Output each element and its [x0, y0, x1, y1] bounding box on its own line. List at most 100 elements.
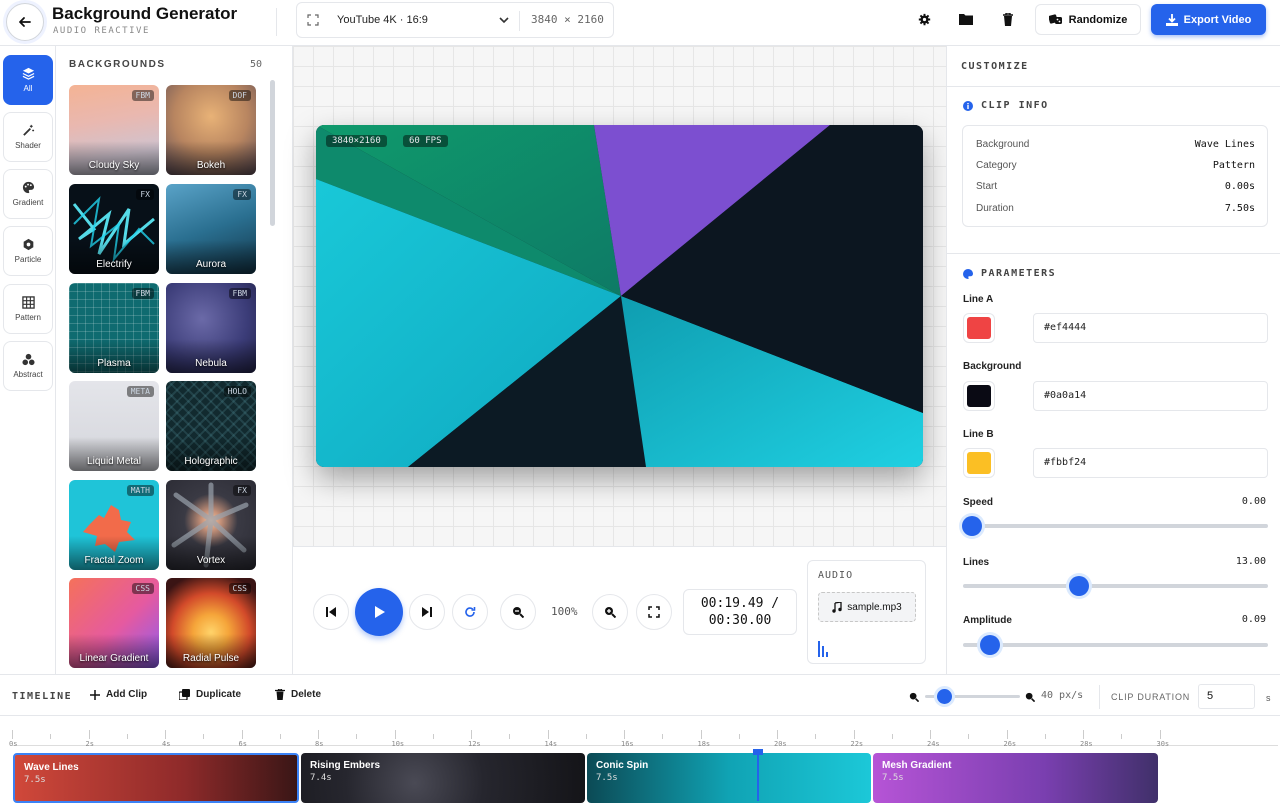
skip-back-button[interactable]	[313, 594, 349, 630]
timecode-display: 00:19.49 / 00:30.00	[683, 589, 797, 635]
audio-file-name: sample.mp3	[847, 601, 902, 613]
line-b-hex-input[interactable]: #fbbf24	[1033, 448, 1268, 478]
thumb-liquid-metal[interactable]: META Liquid Metal	[69, 381, 159, 471]
slider-label: Speed	[963, 497, 994, 508]
wand-icon	[22, 124, 34, 136]
thumb-tag: META	[126, 386, 154, 397]
preset-select[interactable]: YouTube 4K · 16:9 3840 × 2160	[296, 2, 614, 38]
ruler-minor-tick	[279, 734, 281, 739]
audio-panel: AUDIO sample.mp3	[807, 560, 926, 664]
add-clip-button[interactable]: Add Clip	[90, 689, 147, 700]
ruler-tick	[165, 730, 166, 739]
info-icon	[963, 100, 973, 111]
zoom-in-button[interactable]	[592, 594, 628, 630]
clip-duration-input[interactable]: 5	[1198, 684, 1255, 709]
ruler-tick	[1159, 730, 1161, 739]
ruler-label: 24s	[927, 740, 940, 748]
line-b-swatch[interactable]	[963, 448, 995, 478]
speed-slider[interactable]	[962, 516, 1268, 536]
thumb-radial-pulse[interactable]: CSS Radial Pulse	[166, 578, 256, 668]
dice-icon	[1048, 14, 1062, 24]
clip-name: Conic Spin	[596, 760, 649, 771]
amplitude-slider[interactable]	[963, 635, 1268, 655]
zoom-in-icon[interactable]	[1025, 692, 1035, 702]
thumb-fractal-zoom[interactable]: MATH Fractal Zoom	[69, 480, 159, 570]
color-label: Background	[963, 361, 1022, 372]
randomize-button[interactable]: Randomize	[1035, 4, 1141, 35]
slider-knob[interactable]	[1068, 576, 1089, 596]
category-gradient[interactable]: Gradient	[3, 169, 53, 219]
ruler-minor-tick	[126, 734, 128, 739]
line-a-swatch[interactable]	[963, 313, 995, 343]
video-preview[interactable]: 3840×2160 60 FPS	[316, 125, 923, 467]
timeline-ruler[interactable]: 0s 2s 4s 6s 8s 10s 12s 14s 16s 18s 20s 22s 24s 26s 28s…	[0, 715, 1280, 748]
export-video-button[interactable]: Export Video	[1151, 4, 1266, 35]
duplicate-button[interactable]: Duplicate	[179, 689, 241, 700]
category-label: Pattern	[15, 313, 41, 322]
thumb-tag: CSS	[131, 583, 154, 594]
clip-info-label: Background	[976, 139, 1030, 150]
play-icon	[374, 606, 385, 618]
background-swatch[interactable]	[963, 381, 995, 411]
thumb-bokeh[interactable]: DOF Bokeh	[166, 85, 256, 175]
skip-forward-button[interactable]	[409, 594, 445, 630]
preset-divider	[519, 11, 520, 31]
clip-conic-spin[interactable]: Conic Spin 7.5s	[587, 753, 871, 803]
thumb-holographic[interactable]: HOLO Holographic	[166, 381, 256, 471]
clip-mesh-gradient[interactable]: Mesh Gradient 7.5s	[873, 753, 1158, 803]
ruler-tick	[471, 730, 472, 739]
thumb-plasma[interactable]: FBM Plasma	[69, 283, 159, 373]
background-hex-input[interactable]: #0a0a14	[1033, 381, 1268, 411]
fullscreen-button[interactable]	[636, 594, 672, 630]
zoom-out-icon[interactable]	[909, 692, 919, 702]
zoom-in-icon	[605, 607, 616, 618]
lines-slider[interactable]	[963, 576, 1268, 596]
timeline-divider	[1099, 685, 1100, 709]
clear-button[interactable]	[999, 10, 1017, 28]
back-button[interactable]	[6, 3, 44, 41]
open-folder-button[interactable]	[957, 10, 975, 28]
settings-button[interactable]	[915, 10, 933, 28]
play-button[interactable]	[355, 588, 403, 636]
category-particle[interactable]: Particle	[3, 226, 53, 276]
category-label: Shader	[15, 141, 41, 150]
thumb-electrify[interactable]: FX Electrify	[69, 184, 159, 274]
category-all[interactable]: All	[3, 55, 53, 105]
clip-wave-lines[interactable]: Wave Lines 7.5s	[13, 753, 299, 803]
delete-label: Delete	[291, 689, 322, 700]
fullscreen-icon	[648, 606, 660, 618]
audio-file-chip[interactable]: sample.mp3	[818, 592, 916, 622]
thumb-nebula[interactable]: FBM Nebula	[166, 283, 256, 373]
timeline-zoom-knob[interactable]	[936, 689, 952, 704]
audio-title: AUDIO	[818, 570, 854, 581]
ruler-label: 30s	[1156, 740, 1170, 748]
slider-knob[interactable]	[980, 635, 1001, 655]
clip-rising-embers[interactable]: Rising Embers 7.4s	[301, 753, 585, 803]
loop-button[interactable]	[452, 594, 488, 630]
delete-button[interactable]: Delete	[275, 689, 321, 700]
category-label: Gradient	[12, 198, 44, 207]
thumb-cloudy-sky[interactable]: FBM Cloudy Sky	[69, 85, 159, 175]
thumb-aurora[interactable]: FX Aurora	[166, 184, 256, 274]
backgrounds-scrollbar[interactable]	[270, 80, 275, 226]
category-pattern[interactable]: Pattern	[3, 284, 53, 334]
thumb-linear-gradient[interactable]: CSS Linear Gradient	[69, 578, 159, 668]
folder-icon	[959, 14, 973, 25]
grid-icon	[21, 296, 35, 309]
thumb-vortex[interactable]: FX Vortex	[166, 480, 256, 570]
plus-icon	[90, 689, 100, 700]
playhead[interactable]	[757, 749, 759, 801]
category-shader[interactable]: Shader	[3, 112, 53, 162]
slider-knob[interactable]	[962, 516, 983, 536]
thumb-label: Liquid Metal	[87, 456, 141, 467]
customize-divider	[947, 86, 1280, 87]
clip-info-label: Category	[976, 160, 1017, 171]
line-a-hex-input[interactable]: #ef4444	[1033, 313, 1268, 343]
color-label: Line A	[963, 294, 994, 305]
gear-icon	[918, 13, 930, 25]
ruler-tick	[930, 730, 931, 739]
zoom-out-button[interactable]	[500, 594, 536, 630]
category-abstract[interactable]: Abstract	[3, 341, 53, 391]
ruler-minor-tick	[203, 734, 205, 739]
zoom-out-icon	[513, 607, 524, 618]
